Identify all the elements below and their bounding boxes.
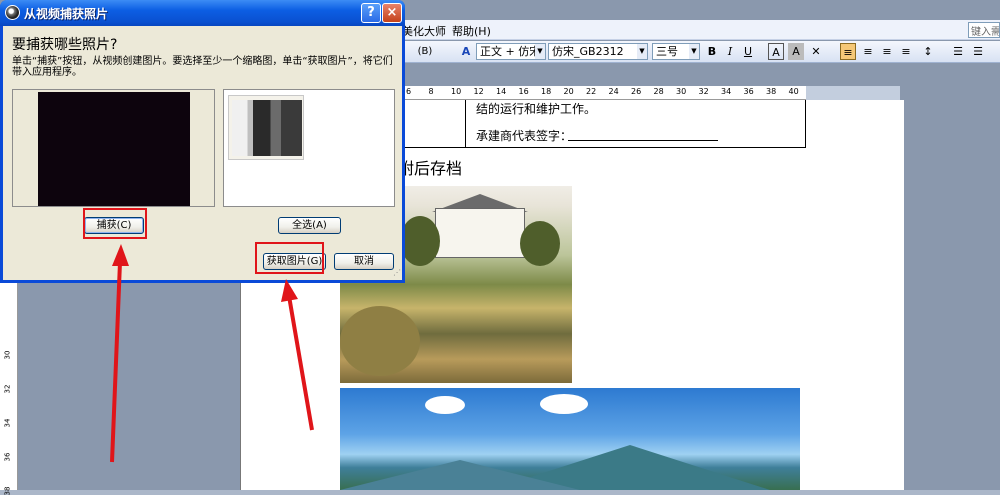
ruler-number: 32 bbox=[698, 87, 709, 96]
close-button[interactable]: × bbox=[382, 3, 402, 23]
menu-beautify[interactable]: 美化大师 bbox=[402, 23, 446, 39]
align-right-icon[interactable]: ≡ bbox=[879, 43, 895, 60]
ruler-number: 36 bbox=[3, 452, 12, 462]
distribute-icon[interactable]: ≡ bbox=[898, 43, 914, 60]
vertical-ruler[interactable]: 30 32 34 36 38 bbox=[0, 283, 18, 495]
font-combo-value: 仿宋_GB2312 bbox=[552, 45, 624, 58]
ruler-number: 14 bbox=[496, 87, 507, 96]
table-divider bbox=[465, 100, 466, 148]
help-button[interactable]: ? bbox=[361, 3, 381, 23]
photo-bush bbox=[340, 306, 420, 376]
ruler-number: 26 bbox=[631, 87, 642, 96]
ruler-number: 6 bbox=[406, 87, 412, 96]
mountain-photo[interactable] bbox=[340, 388, 800, 490]
font-combo[interactable]: 仿宋_GB2312 ▼ bbox=[548, 43, 648, 60]
align-center-icon[interactable]: ≡ bbox=[860, 43, 876, 60]
size-combo-value: 三号 bbox=[656, 45, 678, 58]
chevron-down-icon: ▼ bbox=[637, 44, 647, 59]
ruler-margin bbox=[806, 86, 900, 100]
ruler-number: 34 bbox=[721, 87, 732, 96]
line-spacing-icon[interactable]: ↕ bbox=[920, 43, 936, 60]
ruler-number: 30 bbox=[3, 350, 12, 360]
help-search-box[interactable]: 键入需 bbox=[968, 22, 1000, 38]
video-feed bbox=[38, 92, 190, 206]
ruler-number: 8 bbox=[428, 87, 434, 96]
video-preview bbox=[12, 89, 215, 207]
char-shading-icon[interactable]: A bbox=[788, 43, 804, 60]
ruler-number: 40 bbox=[788, 87, 799, 96]
photo-tree bbox=[520, 221, 560, 266]
capture-highlight bbox=[83, 208, 147, 239]
photo-mountain bbox=[340, 460, 580, 490]
scale-icon[interactable]: ✕ bbox=[808, 43, 824, 60]
chevron-down-icon: ▼ bbox=[689, 44, 699, 59]
style-combo[interactable]: 正文 + 仿宋 ▼ bbox=[476, 43, 546, 60]
bullets-icon[interactable]: ☰ bbox=[970, 43, 986, 60]
photo-cloud bbox=[425, 396, 465, 414]
photo-cloud bbox=[540, 394, 588, 414]
document-gray-area bbox=[904, 100, 1000, 490]
photo-tree bbox=[400, 216, 440, 266]
thumbnail-list[interactable] bbox=[223, 89, 395, 207]
doc-text-signature: 承建商代表签字： bbox=[476, 129, 573, 143]
capture-photo-dialog: 从视频捕获照片 ? × 要捕获哪些照片? 单击“捕获”按钮，从视频创建图片。要选… bbox=[0, 0, 405, 283]
style-combo-value: 正文 + 仿宋 bbox=[480, 45, 541, 58]
menu-help[interactable]: 帮助(H) bbox=[452, 23, 491, 39]
ruler-number: 38 bbox=[766, 87, 777, 96]
ruler-number: 22 bbox=[586, 87, 597, 96]
ruler-number: 10 bbox=[451, 87, 462, 96]
dialog-title: 从视频捕获照片 bbox=[24, 7, 109, 21]
ruler-number: 18 bbox=[541, 87, 552, 96]
ruler-number: 38 bbox=[3, 486, 12, 495]
ruler-number: 34 bbox=[3, 418, 12, 428]
ruler-number: 20 bbox=[563, 87, 574, 96]
align-justify-icon[interactable]: ≡ bbox=[840, 43, 856, 60]
numbering-icon[interactable]: ☰ bbox=[950, 43, 966, 60]
size-combo[interactable]: 三号 ▼ bbox=[652, 43, 700, 60]
ruler-number: 30 bbox=[676, 87, 687, 96]
bold-button[interactable]: B bbox=[704, 43, 720, 60]
thumbnail-image bbox=[232, 100, 302, 156]
select-all-button[interactable]: 全选(A) bbox=[278, 217, 341, 234]
menu-help-label: 帮助 bbox=[452, 25, 474, 38]
resize-grip-icon[interactable]: ⋰ bbox=[393, 268, 401, 277]
camera-icon bbox=[5, 5, 20, 20]
toolbar-partial-label[interactable]: (B) bbox=[410, 43, 440, 60]
signature-line bbox=[568, 140, 718, 141]
cancel-button[interactable]: 取消 bbox=[334, 253, 394, 270]
ruler-number: 12 bbox=[473, 87, 484, 96]
get-pictures-highlight bbox=[255, 242, 324, 274]
italic-button[interactable]: I bbox=[722, 43, 738, 60]
doc-heading: 附后存档 bbox=[398, 159, 463, 178]
ruler-number: 16 bbox=[518, 87, 529, 96]
chevron-down-icon: ▼ bbox=[535, 44, 545, 59]
dialog-heading: 要捕获哪些照片? bbox=[12, 37, 118, 53]
thumbnail-item[interactable] bbox=[228, 95, 304, 160]
char-border-icon[interactable]: A bbox=[768, 43, 784, 60]
photo-house bbox=[435, 208, 525, 258]
ruler-number: 28 bbox=[653, 87, 664, 96]
styles-icon[interactable]: A bbox=[458, 43, 474, 60]
ruler-number: 32 bbox=[3, 384, 12, 394]
dialog-titlebar[interactable]: 从视频捕获照片 ? × bbox=[0, 0, 405, 26]
doc-text-maintenance: 结的运行和维护工作。 bbox=[476, 102, 597, 116]
ruler-number: 36 bbox=[743, 87, 754, 96]
ruler-number: 24 bbox=[608, 87, 619, 96]
dialog-description: 单击“捕获”按钮，从视频创建图片。要选择至少一个缩略图，单击“获取图片”，将它们… bbox=[12, 56, 393, 78]
underline-button[interactable]: U bbox=[740, 43, 756, 60]
menu-help-key: (H) bbox=[474, 25, 491, 38]
